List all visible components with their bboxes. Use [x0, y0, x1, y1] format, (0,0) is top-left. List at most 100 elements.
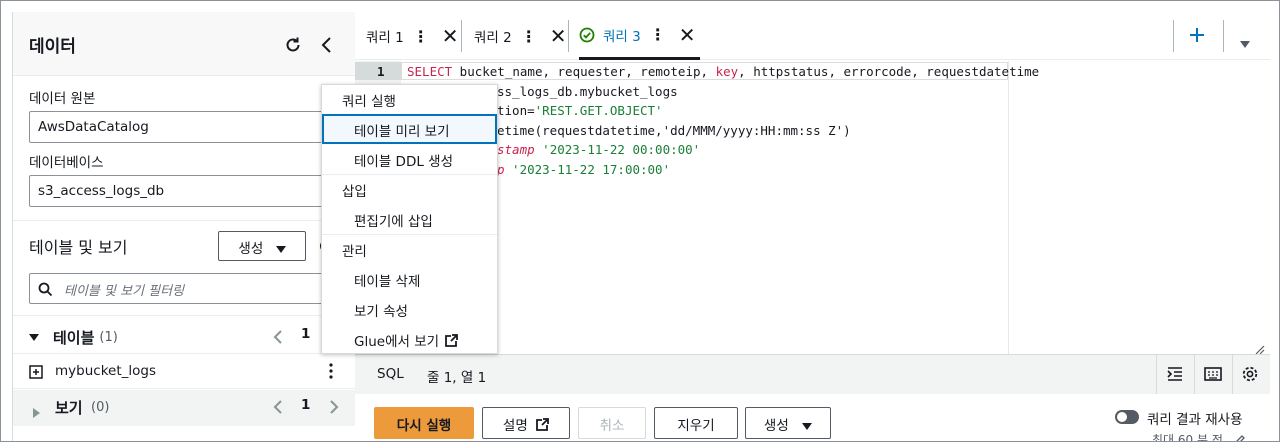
menu-item-view-in-glue[interactable]: Glue에서 보기	[354, 330, 458, 350]
query-tabs-bar: 쿼리 1 ⋮ ✕ 쿼리 2 ⋮ ✕ 쿼리 3 ⋮ ✕	[355, 12, 1270, 60]
keyboard-icon[interactable]	[1204, 366, 1222, 386]
divider	[13, 315, 355, 316]
tab-label: 쿼리 3	[603, 28, 641, 45]
tab-divider	[1223, 20, 1224, 52]
print-margin	[1008, 61, 1009, 354]
active-line-number: 1	[355, 62, 401, 80]
menu-header-manage: 관리	[342, 244, 367, 260]
edit-icon[interactable]	[1234, 431, 1246, 441]
reuse-results-sub: 최대 60 분 전	[1152, 433, 1223, 442]
code-text: bucket_name, requester, remoteip,	[452, 64, 716, 79]
create-label: 생성	[238, 241, 264, 257]
gear-icon[interactable]	[1241, 365, 1259, 387]
clear-button[interactable]: 지우기	[654, 407, 738, 439]
data-panel: 데이터 데이터 원본 AwsDataCatalog 데이터베이스 s3_acce…	[12, 12, 355, 441]
close-icon[interactable]: ✕	[442, 26, 459, 46]
caret-down-icon	[802, 423, 813, 430]
caret-down-icon	[29, 333, 39, 341]
data-source-label: 데이터 원본	[29, 91, 96, 107]
table-filter-input[interactable]: 테이블 및 보기 필터링	[29, 273, 349, 304]
menu-item-generate-ddl[interactable]: 테이블 DDL 생성	[354, 150, 453, 170]
success-check-icon	[579, 27, 595, 42]
reuse-results-toggle[interactable]	[1115, 410, 1139, 424]
prev-page-icon[interactable]	[271, 399, 285, 419]
tab-menu-icon[interactable]: ⋮	[413, 27, 429, 46]
code-line-2: ss_logs_db.mybucket_logs	[497, 84, 678, 99]
menu-item-preview-table[interactable]: 테이블 미리 보기	[322, 114, 497, 144]
table-row[interactable]: mybucket_logs	[13, 353, 355, 389]
toggle-knob	[1117, 412, 1127, 422]
menu-item-insert-into-editor[interactable]: 편집기에 삽입	[354, 210, 433, 230]
explain-label: 설명	[502, 418, 528, 434]
cursor-position: 줄 1, 열 1	[427, 370, 487, 386]
prev-page-icon[interactable]	[271, 329, 285, 349]
menu-item-label: Glue에서 보기	[354, 334, 440, 350]
views-section-header[interactable]: 보기 (0) 1	[13, 390, 355, 426]
menu-item-view-properties[interactable]: 보기 속성	[354, 300, 408, 320]
code-text: , httpstatus, errorcode, requestdatetime	[738, 64, 1040, 79]
tables-section-title: 테이블	[53, 328, 95, 347]
refresh-icon[interactable]	[283, 35, 303, 55]
divider	[13, 220, 355, 221]
expand-icon[interactable]	[29, 365, 43, 379]
tab-label: 쿼리 1	[366, 30, 404, 46]
tab-query-3[interactable]: 쿼리 3 ⋮ ✕	[579, 12, 700, 60]
create-dropdown-button[interactable]: 생성	[218, 231, 306, 261]
add-tab-icon[interactable]	[1187, 25, 1207, 49]
tab-query-1[interactable]: 쿼리 1 ⋮ ✕	[366, 12, 459, 60]
line-number: 1	[377, 64, 385, 79]
data-panel-header: 데이터	[13, 12, 355, 76]
code-line-6: p '2023-11-22 17:00:00'	[497, 162, 670, 177]
database-select[interactable]: s3_access_logs_db	[29, 175, 345, 207]
cancel-button[interactable]: 취소	[578, 407, 646, 439]
string-literal: '2023-11-22 17:00:00'	[504, 162, 671, 177]
search-icon	[38, 282, 53, 297]
close-icon[interactable]: ✕	[679, 25, 696, 45]
menu-header-query: 쿼리 실행	[342, 94, 396, 110]
menu-header-insert: 삽입	[342, 184, 367, 200]
data-source-value: AwsDataCatalog	[38, 119, 149, 135]
keyword: key	[715, 64, 739, 79]
tables-section-header[interactable]: 테이블 (1)	[29, 322, 118, 352]
explain-button[interactable]: 설명	[482, 407, 570, 439]
table-name: mybucket_logs	[55, 363, 156, 379]
tables-views-title: 테이블 및 보기	[29, 238, 128, 257]
divider	[1156, 355, 1157, 395]
external-link-icon	[445, 333, 458, 347]
query-actions-bar: 다시 실행 설명 취소 지우기 생성 쿼리 결과 재사용 최대 60 분 전	[355, 394, 1270, 442]
tab-query-2[interactable]: 쿼리 2 ⋮ ✕	[474, 12, 567, 60]
code-line-5: stamp '2023-11-22 00:00:00'	[497, 142, 700, 157]
string-literal: '2023-11-22 00:00:00'	[534, 142, 701, 157]
keyword: stamp	[497, 142, 535, 157]
views-page-number[interactable]: 1	[301, 397, 310, 413]
tab-menu-icon[interactable]: ⋮	[521, 27, 537, 46]
code-line-4: etime(requestdatetime,'dd/MMM/yyyy:HH:mm…	[497, 123, 851, 138]
format-query-icon[interactable]	[1166, 365, 1184, 387]
close-icon[interactable]: ✕	[550, 26, 567, 46]
database-label: 데이터베이스	[29, 155, 104, 171]
language-indicator: SQL	[377, 366, 404, 382]
editor-status-bar: SQL 줄 1, 열 1	[355, 354, 1270, 395]
more-actions-icon[interactable]	[327, 360, 335, 382]
caret-down-icon	[275, 246, 286, 253]
tables-page-number[interactable]: 1	[301, 326, 310, 342]
create-button[interactable]: 생성	[745, 407, 831, 439]
data-source-select[interactable]: AwsDataCatalog	[29, 111, 345, 143]
menu-separator	[322, 234, 497, 235]
keyword: SELECT	[407, 64, 453, 79]
external-link-icon	[536, 418, 549, 431]
database-value: s3_access_logs_db	[38, 183, 165, 199]
next-page-icon[interactable]	[327, 399, 341, 419]
tab-divider	[568, 20, 569, 52]
tabs-dropdown-icon[interactable]	[1240, 33, 1250, 52]
tab-divider	[1173, 20, 1174, 52]
tab-menu-icon[interactable]: ⋮	[650, 25, 666, 44]
tab-label: 쿼리 2	[474, 30, 512, 46]
collapse-panel-icon[interactable]	[317, 35, 337, 55]
caret-right-icon	[33, 403, 40, 422]
menu-item-label: 테이블 미리 보기	[354, 124, 450, 140]
tables-count: (1)	[99, 329, 118, 345]
code-editor[interactable]: SELECT bucket_name, requester, remoteip,…	[401, 61, 1269, 355]
menu-item-delete-table[interactable]: 테이블 삭제	[354, 270, 420, 290]
run-again-button[interactable]: 다시 실행	[374, 407, 474, 439]
